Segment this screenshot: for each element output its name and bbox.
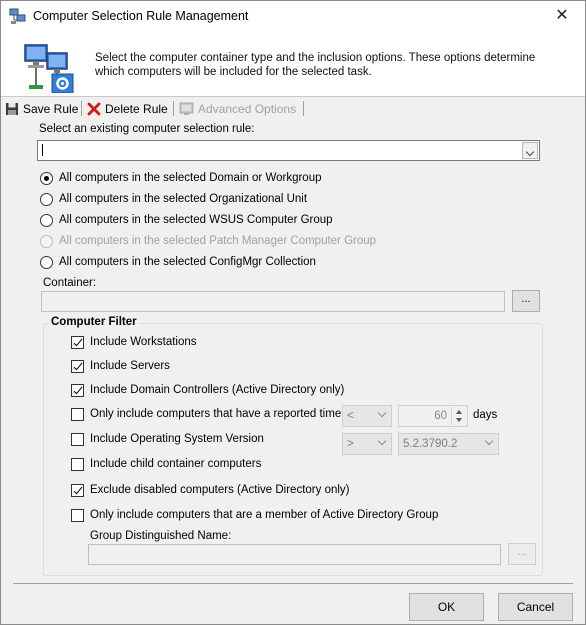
- text-cursor: [42, 144, 43, 156]
- delete-rule-button[interactable]: Delete Rule: [87, 100, 168, 118]
- os-version-value: 5.2.3790.2: [403, 438, 458, 450]
- include-servers-label: Include Servers: [90, 360, 170, 372]
- include-servers-checkbox[interactable]: [71, 360, 84, 373]
- advanced-options-button[interactable]: Advanced Options: [179, 100, 296, 118]
- chevron-down-icon: [377, 408, 387, 418]
- container-label: Container:: [43, 277, 97, 289]
- rule-select-combobox[interactable]: [37, 140, 540, 161]
- radio-domain-workgroup[interactable]: [40, 172, 53, 185]
- exclude-disabled-label: Exclude disabled computers (Active Direc…: [90, 484, 350, 496]
- os-version-label: Include Operating System Version: [90, 433, 264, 445]
- group-dn-field[interactable]: [88, 544, 501, 565]
- reported-time-checkbox[interactable]: [71, 408, 84, 421]
- network-computers-icon: [9, 8, 27, 25]
- dialog-window: Computer Selection Rule Management ✕ Sel…: [0, 0, 586, 625]
- spinner-arrows[interactable]: [451, 407, 466, 425]
- save-rule-button[interactable]: Save Rule: [5, 100, 78, 118]
- radio-patch-manager-group-label: All computers in the selected Patch Mana…: [59, 235, 377, 247]
- window-title: Computer Selection Rule Management: [33, 9, 249, 23]
- advanced-options-label: Advanced Options: [198, 102, 297, 116]
- ok-button[interactable]: OK: [409, 593, 484, 621]
- delete-rule-label: Delete Rule: [105, 102, 168, 116]
- radio-patch-manager-group[interactable]: [40, 235, 53, 248]
- radio-domain-workgroup-label: All computers in the selected Domain or …: [59, 172, 322, 184]
- bottom-divider: [13, 583, 573, 584]
- computers-settings-icon: [23, 41, 75, 94]
- radio-organizational-unit-label: All computers in the selected Organizati…: [59, 193, 308, 205]
- reported-time-operator-select[interactable]: <: [342, 405, 392, 427]
- close-button[interactable]: ✕: [539, 1, 585, 32]
- os-version-operator-select[interactable]: >: [342, 433, 392, 455]
- delete-x-icon: [87, 102, 101, 116]
- days-label: days: [473, 409, 498, 421]
- child-containers-checkbox[interactable]: [71, 458, 84, 471]
- header-banner: Select the computer container type and t…: [1, 32, 585, 97]
- radio-wsus-group-label: All computers in the selected WSUS Compu…: [59, 214, 333, 226]
- computer-filter-title: Computer Filter: [49, 316, 139, 328]
- reported-time-operator-value: <: [347, 410, 354, 422]
- os-version-select[interactable]: 5.2.3790.2: [398, 433, 499, 455]
- chevron-down-icon: [377, 436, 387, 446]
- toolbar: Save Rule Delete Rule Advanced Options: [1, 98, 585, 120]
- include-workstations-label: Include Workstations: [90, 336, 197, 348]
- reported-days-value: 60: [434, 410, 447, 422]
- group-dn-label: Group Distinguished Name:: [90, 530, 232, 542]
- title-bar: Computer Selection Rule Management ✕: [1, 1, 585, 32]
- rule-select-label: Select an existing computer selection ru…: [39, 123, 255, 135]
- cancel-button[interactable]: Cancel: [498, 593, 573, 621]
- reported-days-spinner[interactable]: 60: [398, 405, 468, 427]
- include-workstations-checkbox[interactable]: [71, 336, 84, 349]
- include-domain-controllers-checkbox[interactable]: [71, 384, 84, 397]
- include-domain-controllers-label: Include Domain Controllers (Active Direc…: [90, 384, 345, 396]
- radio-wsus-group[interactable]: [40, 214, 53, 227]
- advanced-options-icon: [179, 102, 194, 115]
- radio-configmgr-collection-label: All computers in the selected ConfigMgr …: [59, 256, 316, 268]
- chevron-down-icon[interactable]: [522, 142, 538, 159]
- container-browse-button[interactable]: ...: [512, 290, 540, 312]
- spin-up-icon[interactable]: [456, 410, 462, 414]
- chevron-down-icon: [484, 436, 494, 446]
- toolbar-separator: [81, 101, 82, 116]
- child-containers-label: Include child container computers: [90, 458, 262, 470]
- group-dn-browse-button[interactable]: ...: [508, 543, 536, 565]
- os-version-operator-value: >: [347, 438, 354, 450]
- radio-configmgr-collection[interactable]: [40, 256, 53, 269]
- save-rule-label: Save Rule: [23, 102, 79, 116]
- exclude-disabled-checkbox[interactable]: [71, 484, 84, 497]
- ad-group-checkbox[interactable]: [71, 509, 84, 522]
- toolbar-separator: [173, 101, 174, 116]
- spin-down-icon[interactable]: [456, 418, 462, 422]
- radio-organizational-unit[interactable]: [40, 193, 53, 206]
- toolbar-separator: [303, 101, 304, 116]
- container-field[interactable]: [41, 291, 505, 312]
- header-description: Select the computer container type and t…: [95, 52, 536, 78]
- reported-time-label: Only include computers that have a repor…: [90, 408, 342, 420]
- save-icon: [6, 103, 18, 115]
- ad-group-label: Only include computers that are a member…: [90, 509, 439, 521]
- os-version-checkbox[interactable]: [71, 433, 84, 446]
